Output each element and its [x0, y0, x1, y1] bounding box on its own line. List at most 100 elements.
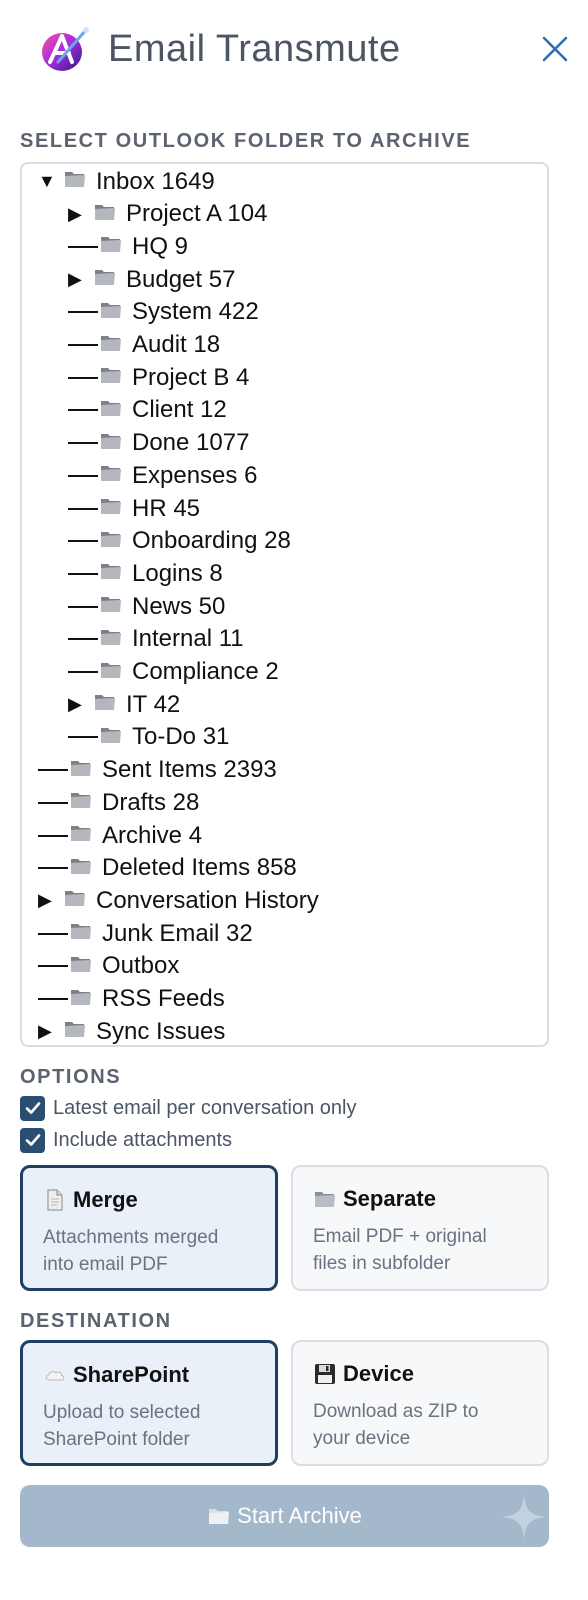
folder-tree-item-label: Project A 104 — [126, 200, 268, 228]
folder-tree-item-label: Conversation History — [96, 886, 319, 914]
expand-down-icon[interactable]: ▼ — [38, 171, 64, 192]
folder-icon — [70, 989, 92, 1009]
folder-icon — [100, 400, 122, 420]
folder-section-label: SELECT OUTLOOK FOLDER TO ARCHIVE — [20, 130, 472, 152]
folder-tree-item[interactable]: Onboarding 28 — [68, 525, 291, 558]
folder-tree-item[interactable]: Internal 11 — [68, 623, 244, 656]
expand-right-icon[interactable]: ▶ — [68, 269, 94, 290]
folder-icon — [101, 564, 121, 580]
folder-tree-item-label: Audit 18 — [132, 331, 221, 358]
folder-icon — [100, 335, 122, 355]
folder-icon — [94, 204, 116, 224]
checkmark-icon — [25, 1134, 40, 1146]
expand-right-icon[interactable]: ▶ — [68, 694, 94, 715]
tree-connector-line — [38, 932, 68, 935]
folder-icon — [101, 466, 121, 482]
folder-icon — [101, 597, 121, 613]
tree-connector-line — [68, 376, 98, 379]
close-icon[interactable] — [538, 32, 572, 66]
separate-desc-line2: files in subfolder — [313, 1253, 451, 1274]
folder-tree-item[interactable]: System 422 — [68, 296, 259, 329]
folder-icon — [71, 989, 91, 1005]
folder-tree-item[interactable]: Compliance 2 — [68, 656, 279, 689]
header: Email Transmute — [0, 0, 588, 104]
folder-tree-item-label: Drafts 28 — [102, 788, 200, 816]
tree-connector-line — [68, 540, 98, 543]
folder-tree-item-label: Done 1077 — [132, 429, 250, 457]
folder-icon — [70, 858, 92, 878]
folder-tree-item[interactable]: Deleted Items 858 — [38, 852, 297, 885]
folder-icon — [64, 172, 86, 191]
folder-tree-item[interactable]: ▶ Conversation History — [38, 884, 319, 917]
folder-tree-item[interactable]: Project B 4 — [68, 361, 249, 394]
folder-tree[interactable]: ▼ Inbox 1649 ▶ Project A 104 HQ 9 ▶ Budget 57 S… — [20, 162, 549, 1047]
folder-tree-item[interactable]: RSS Feeds — [38, 983, 225, 1016]
folder-icon — [70, 956, 92, 976]
folder-tree-item[interactable]: HR 45 — [68, 492, 200, 525]
folder-tree-item[interactable]: Archive 4 — [38, 819, 202, 852]
folder-icon — [101, 302, 121, 318]
tree-connector-line — [68, 605, 98, 608]
folder-tree-item[interactable]: HQ 9 — [68, 230, 188, 263]
device-option-card[interactable]: Device Download as ZIP to your device — [291, 1340, 549, 1466]
folder-tree-item-label: Junk Email 32 — [102, 919, 253, 947]
folder-tree-item-label: To-Do 31 — [132, 723, 230, 751]
folder-tree-item[interactable]: Expenses 6 — [68, 459, 257, 492]
folder-tree-item[interactable]: Logins 8 — [68, 557, 223, 590]
tree-connector-line — [38, 965, 68, 968]
folder-tree-item[interactable]: Outbox — [38, 950, 179, 983]
folder-icon — [101, 335, 121, 351]
folder-icon — [95, 204, 115, 220]
folder-icon — [71, 924, 91, 940]
folder-tree-item[interactable]: ▶ Sync Issues — [38, 1015, 225, 1045]
folder-icon — [71, 858, 91, 874]
folder-tree-item-label: HQ 9 — [132, 232, 189, 260]
folder-tree-item[interactable]: Junk Email 32 — [38, 917, 253, 950]
folder-tree-item[interactable]: ▼ Inbox 1649 — [38, 165, 215, 198]
folder-tree-item-label: Outbox — [102, 952, 180, 980]
start-archive-label: Start Archive — [237, 1503, 362, 1528]
include-attachments-option[interactable]: Include attachments — [20, 1126, 232, 1154]
latest-email-option[interactable]: Latest email per conversation only — [20, 1094, 357, 1122]
expand-right-icon[interactable]: ▶ — [68, 204, 94, 225]
device-desc-line1: Download as ZIP to — [313, 1401, 479, 1422]
folder-tree-item[interactable]: Client 12 — [68, 394, 227, 427]
tree-connector-line — [38, 998, 68, 1000]
tree-connector-line — [68, 671, 98, 673]
folder-icon — [100, 368, 122, 387]
folder-icon — [209, 1509, 230, 1524]
folder-tree-item[interactable]: ▶ Project A 104 — [68, 198, 267, 231]
folder-icon — [101, 727, 121, 743]
folder-icon — [95, 695, 115, 711]
folder-tree-item-label: Expenses 6 — [132, 461, 258, 489]
folder-tree-item[interactable]: News 50 — [68, 590, 225, 623]
folder-icon — [100, 564, 122, 583]
expand-right-icon[interactable]: ▶ — [38, 890, 64, 911]
folder-tree-item[interactable]: Audit 18 — [68, 329, 220, 362]
expand-right-icon[interactable]: ▶ — [38, 1021, 64, 1042]
folder-tree-item[interactable]: ▶ IT 42 — [68, 688, 180, 721]
checkmark-icon — [25, 1102, 40, 1114]
merge-desc-line1: Attachments merged — [43, 1227, 219, 1248]
folder-icon — [100, 466, 122, 485]
separate-option-card[interactable]: Separate Email PDF + original files in s… — [291, 1165, 549, 1291]
folder-tree-item-label: News 50 — [132, 592, 226, 620]
folder-tree-item-label: Compliance 2 — [132, 658, 279, 685]
start-archive-button[interactable]: Start Archive — [20, 1485, 549, 1547]
sharepoint-desc-line1: Upload to selected — [43, 1402, 201, 1423]
folder-icon — [101, 531, 121, 547]
folder-icon — [70, 826, 92, 845]
include-attachments-checkbox[interactable] — [20, 1127, 45, 1153]
folder-tree-item[interactable]: ▶ Budget 57 — [68, 263, 235, 296]
latest-email-label: Latest email per conversation only — [53, 1096, 357, 1119]
folder-tree-item-label: Logins 8 — [132, 559, 223, 587]
folder-tree-item[interactable]: To-Do 31 — [68, 721, 229, 754]
folder-tree-item[interactable]: Drafts 28 — [38, 786, 199, 819]
folder-tree-item[interactable]: Done 1077 — [68, 427, 249, 460]
sharepoint-option-card[interactable]: SharePoint Upload to selected SharePoint… — [20, 1340, 278, 1466]
folder-tree-item[interactable]: Sent Items 2393 — [38, 754, 277, 787]
folder-tree-item-label: Onboarding 28 — [132, 527, 291, 555]
merge-option-card[interactable]: Merge Attachments merged into email PDF — [20, 1165, 278, 1291]
latest-email-checkbox[interactable] — [20, 1095, 45, 1121]
folder-icon — [71, 826, 91, 841]
